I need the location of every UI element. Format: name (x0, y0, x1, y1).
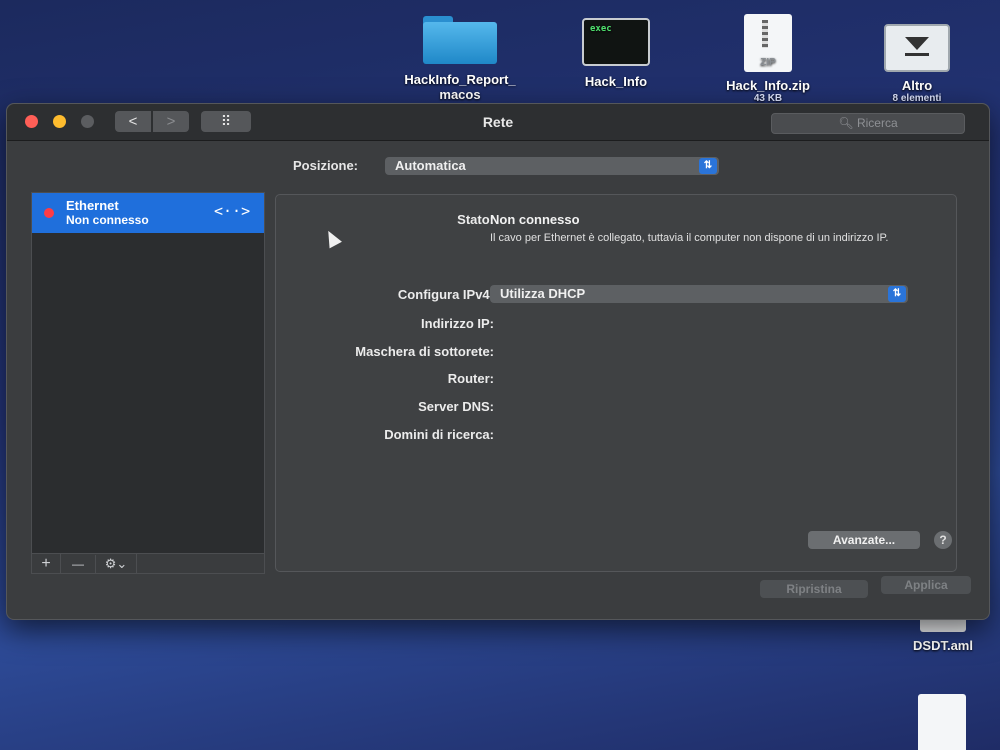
service-status: Non connesso (66, 213, 149, 227)
search-input[interactable]: 🔍︎ Ricerca (771, 113, 965, 134)
network-preferences-window: < > ⠿ Rete 🔍︎ Ricerca Posizione: Automat… (6, 103, 990, 620)
zip-file-icon: ZIP (744, 14, 792, 72)
service-name: Ethernet (66, 198, 119, 213)
add-service-button[interactable]: + (32, 554, 61, 573)
status-description: Il cavo per Ethernet è collegato, tuttav… (490, 232, 889, 244)
updown-chevron-icon: ⇅ (699, 158, 717, 174)
ethernet-icon: <··> (214, 202, 251, 220)
service-list-toolbar: + — ⚙⌄ (32, 553, 264, 574)
ip-address-label: Indirizzo IP: (421, 316, 494, 331)
configure-ipv4-value: Utilizza DHCP (500, 286, 586, 301)
search-icon: 🔍︎ (838, 116, 854, 130)
configure-ipv4-popup[interactable]: Utilizza DHCP ⇅ (490, 285, 908, 303)
router-label: Router: (447, 371, 494, 386)
desktop-icon-label: DSDT.aml (913, 638, 973, 653)
desktop-icon-label: Hack_Info.zip (726, 78, 810, 93)
service-item-ethernet[interactable]: Ethernet Non connesso <··> (32, 193, 264, 233)
advanced-button[interactable]: Avanzate... (808, 531, 920, 549)
service-list: Ethernet Non connesso <··> + — ⚙⌄ (31, 192, 265, 574)
desktop-exec-hack-info[interactable]: exec Hack_Info (566, 18, 666, 89)
desktop-folder-hackinfo-report[interactable]: HackInfo_Report_ macos (382, 16, 538, 102)
drive-icon (884, 24, 950, 72)
gear-menu-button[interactable]: ⚙⌄ (96, 554, 137, 573)
configure-ipv4-label: Configura IPv4: (397, 287, 494, 302)
status-value: Non connesso (490, 212, 580, 227)
status-dot-icon (44, 208, 54, 218)
search-placeholder: Ricerca (856, 116, 898, 130)
desktop-icon-label: HackInfo_Report_ (404, 72, 516, 87)
status-label: Stato: (457, 212, 494, 227)
desktop-icon-label-line2: macos (439, 87, 481, 102)
title-bar: < > ⠿ Rete 🔍︎ Ricerca (7, 104, 989, 141)
service-detail-panel: Stato: Non connesso Il cavo per Ethernet… (275, 194, 957, 572)
subnet-mask-label: Maschera di sottorete: (355, 344, 494, 359)
desktop-icon-label: Altro (901, 78, 933, 93)
search-domains-label: Domini di ricerca: (384, 427, 494, 442)
desktop-icon-label: Hack_Info (584, 74, 648, 89)
zip-icon-text: ZIP (760, 57, 776, 68)
folder-icon (423, 16, 497, 64)
exec-icon-text: exec (590, 24, 612, 34)
remove-service-button[interactable]: — (61, 555, 96, 574)
revert-button[interactable]: Ripristina (760, 580, 868, 598)
zip-file-icon-partial[interactable] (918, 694, 966, 750)
dns-server-label: Server DNS: (418, 399, 494, 414)
updown-chevron-icon: ⇅ (888, 286, 906, 302)
location-popup[interactable]: Automatica ⇅ (385, 157, 719, 175)
desktop-zip-hack-info[interactable]: ZIP Hack_Info.zip 43 KB (706, 14, 830, 104)
desktop-folder-altro[interactable]: Altro 8 elementi (866, 24, 968, 104)
location-value: Automatica (395, 158, 466, 173)
apply-button[interactable]: Applica (881, 576, 971, 594)
terminal-exec-icon: exec (582, 18, 650, 66)
help-button[interactable]: ? (934, 531, 952, 549)
location-label: Posizione: (293, 158, 359, 173)
